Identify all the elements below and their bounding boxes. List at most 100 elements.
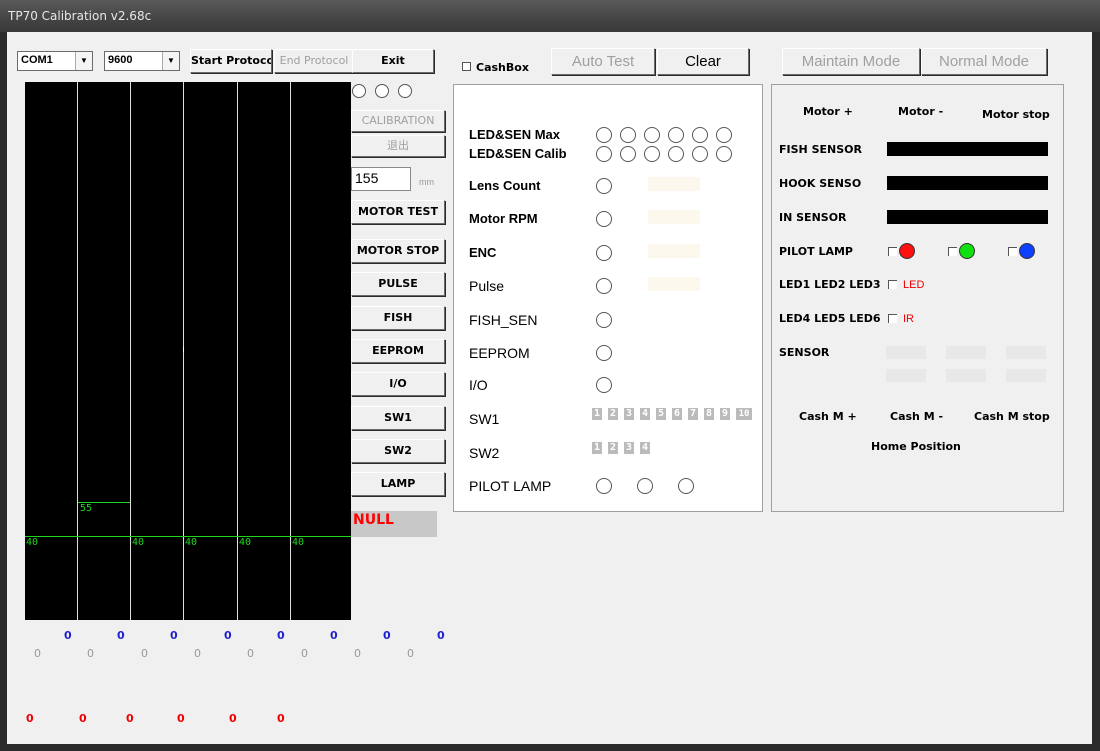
- exit-button[interactable]: Exit: [352, 49, 434, 73]
- sensor-value-box: [946, 346, 986, 359]
- blue-counter: 0: [437, 629, 445, 642]
- motor-rpm-label: Motor RPM: [469, 211, 538, 226]
- pilot-lamp-label: PILOT LAMP: [779, 245, 853, 258]
- eeprom-button[interactable]: EEPROM: [351, 339, 445, 363]
- start-protocol-button[interactable]: Start Protoco: [190, 49, 272, 73]
- gray-counter: 0: [87, 647, 94, 660]
- chevron-down-icon[interactable]: ▼: [75, 52, 92, 70]
- end-protocol-button[interactable]: End Protocol: [274, 49, 354, 73]
- graph-divider: [290, 82, 291, 620]
- blue-counter: 0: [277, 629, 285, 642]
- sensor-graph: 40 55 40 40 40 40: [25, 82, 351, 620]
- auto-test-button[interactable]: Auto Test: [551, 48, 655, 75]
- ir-checkbox[interactable]: [888, 314, 897, 323]
- red-counter: 0: [126, 712, 134, 725]
- motor-test-button[interactable]: MOTOR TEST: [351, 200, 445, 224]
- status-box: NULL: [351, 511, 437, 537]
- cash-m-minus-button[interactable]: Cash M -: [890, 410, 943, 423]
- io-button[interactable]: I/O: [351, 372, 445, 396]
- maintenance-panel: Motor + Motor - Motor stop FISH SENSOR H…: [771, 84, 1064, 512]
- sensor-value-box: [946, 369, 986, 382]
- blue-counter: 0: [330, 629, 338, 642]
- fish-sensor-bar: [887, 142, 1048, 156]
- blue-lamp-icon: [1019, 243, 1035, 259]
- sensor-label: SENSOR: [779, 346, 830, 359]
- led-calib-indicator: [716, 146, 732, 162]
- led-calib-indicator: [620, 146, 636, 162]
- enc-value: [648, 244, 700, 258]
- normal-mode-button[interactable]: Normal Mode: [921, 48, 1047, 75]
- motor-stop-button[interactable]: Motor stop: [982, 108, 1050, 121]
- graph-value: 55: [80, 503, 93, 514]
- led-max-label: LED&SEN Max: [469, 127, 561, 142]
- gray-counter: 0: [301, 647, 308, 660]
- sensor-value-box: [886, 346, 926, 359]
- graph-value: 40: [292, 537, 305, 548]
- red-counter: 0: [26, 712, 34, 725]
- led-checkbox[interactable]: [888, 280, 897, 289]
- chevron-down-icon[interactable]: ▼: [162, 52, 179, 70]
- lamp-button[interactable]: LAMP: [351, 472, 445, 496]
- led-max-indicator: [596, 127, 612, 143]
- fish-button[interactable]: FISH: [351, 306, 445, 330]
- sw2-bit: 4: [640, 442, 650, 454]
- blue-lamp-checkbox[interactable]: [1008, 247, 1017, 256]
- led-max-indicator: [668, 127, 684, 143]
- gray-counter: 0: [34, 647, 41, 660]
- graph-value: 40: [26, 537, 39, 548]
- red-lamp-checkbox[interactable]: [888, 247, 897, 256]
- window-title: TP70 Calibration v2.68c: [8, 9, 152, 23]
- green-lamp-checkbox[interactable]: [948, 247, 957, 256]
- baud-rate-select[interactable]: 9600 ▼: [104, 51, 180, 71]
- sw1-bit: 7: [688, 408, 698, 420]
- sw1-button[interactable]: SW1: [351, 406, 445, 430]
- clear-button[interactable]: Clear: [657, 48, 749, 75]
- led-max-indicator: [620, 127, 636, 143]
- motor-plus-button[interactable]: Motor +: [803, 105, 853, 118]
- pilot-lamp-label: PILOT LAMP: [469, 478, 552, 494]
- com-port-select[interactable]: COM1 ▼: [17, 51, 93, 71]
- io-label: I/O: [469, 377, 488, 393]
- hook-sensor-label: HOOK SENSO: [779, 177, 862, 190]
- com-port-value: COM1: [21, 54, 53, 66]
- gray-counter: 0: [194, 647, 201, 660]
- exit-cn-button[interactable]: 退出: [351, 135, 445, 157]
- graph-value: 40: [185, 537, 198, 548]
- indicator-circle: [398, 84, 412, 98]
- maintain-mode-button[interactable]: Maintain Mode: [782, 48, 920, 75]
- status-panel: LED&SEN Max LED&SEN Calib Lens Count Mot…: [453, 84, 763, 512]
- red-counter: 0: [277, 712, 285, 725]
- lens-count-value: [648, 177, 700, 191]
- led-calib-indicator: [644, 146, 660, 162]
- enc-label: ENC: [469, 245, 497, 260]
- cash-m-stop-button[interactable]: Cash M stop: [974, 410, 1050, 423]
- graph-value: 40: [239, 537, 252, 548]
- ir-checkbox-label: IR: [903, 313, 914, 325]
- title-bar[interactable]: TP70 Calibration v2.68c: [0, 0, 1100, 32]
- motor-minus-button[interactable]: Motor -: [898, 105, 943, 118]
- home-position-button[interactable]: Home Position: [871, 440, 961, 453]
- sw1-bit: 9: [720, 408, 730, 420]
- led-checkbox-label: LED: [903, 279, 925, 291]
- sensor-value-box: [1006, 346, 1046, 359]
- pulse-button[interactable]: PULSE: [351, 272, 445, 296]
- led456-label: LED4 LED5 LED6: [779, 312, 881, 325]
- motor-rpm-indicator: [596, 211, 612, 227]
- sensor-value-box: [1006, 369, 1046, 382]
- eeprom-label: EEPROM: [469, 345, 530, 361]
- led-max-indicator: [692, 127, 708, 143]
- distance-input[interactable]: 155: [351, 167, 411, 191]
- cash-m-plus-button[interactable]: Cash M +: [799, 410, 857, 423]
- led-calib-indicator: [668, 146, 684, 162]
- blue-counter: 0: [383, 629, 391, 642]
- sw1-bit: 3: [624, 408, 634, 420]
- sw2-button[interactable]: SW2: [351, 439, 445, 463]
- motor-stop-button[interactable]: MOTOR STOP: [351, 239, 445, 263]
- sw1-bit: 8: [704, 408, 714, 420]
- blue-counter: 0: [170, 629, 178, 642]
- led123-label: LED1 LED2 LED3: [779, 278, 881, 291]
- graph-divider: [77, 82, 78, 620]
- cashbox-checkbox[interactable]: [462, 62, 471, 71]
- sw1-label: SW1: [469, 411, 500, 427]
- calibration-button[interactable]: CALIBRATION: [351, 110, 445, 132]
